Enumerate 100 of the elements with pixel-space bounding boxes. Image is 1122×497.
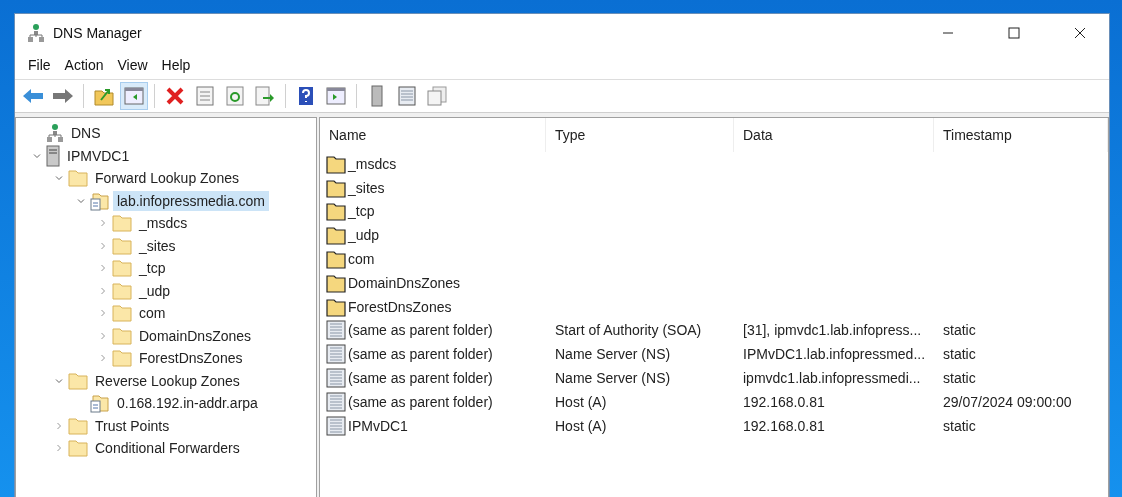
column-header[interactable]: Type	[546, 118, 734, 152]
folder-icon	[326, 249, 346, 270]
folder-icon	[68, 371, 88, 390]
export-list-icon	[255, 86, 275, 106]
server-icon	[46, 144, 60, 167]
help-icon	[298, 86, 314, 106]
folder-icon	[326, 296, 346, 317]
name-cell[interactable]: (same as parent folder)	[320, 391, 546, 412]
tree-item[interactable]: _udp	[135, 280, 175, 301]
menu-item[interactable]: View	[110, 55, 155, 79]
table-cell-text: 192.168.0.81	[742, 417, 826, 434]
column-header[interactable]: Name	[320, 118, 546, 152]
copy-icon	[427, 86, 447, 106]
table-cell-text: static	[942, 346, 977, 363]
record-icon	[326, 320, 346, 341]
zone-icon	[90, 393, 110, 414]
chevron-right-icon[interactable]	[55, 444, 63, 453]
folder-icon	[68, 439, 88, 458]
folder-icon	[112, 349, 132, 368]
tree-item[interactable]: Reverse Lookup Zones	[91, 370, 244, 391]
table-cell-text: 29/07/2024 09:00:00	[942, 393, 1073, 410]
table-cell-text: Start of Authority (SOA)	[554, 322, 703, 339]
forward-arrow-icon	[52, 87, 74, 105]
chevron-right-icon[interactable]	[99, 331, 107, 340]
folder-icon	[326, 272, 346, 293]
menu-item[interactable]: File	[21, 55, 58, 79]
name-cell[interactable]: DomainDnsZones	[320, 272, 546, 293]
record-icon	[326, 368, 346, 389]
column-header[interactable]: Timestamp	[934, 118, 1108, 152]
refresh-icon	[226, 86, 244, 106]
chevron-down-icon[interactable]	[55, 174, 63, 183]
tree-item[interactable]: IPMVDC1	[63, 145, 134, 166]
console-tree-icon	[124, 87, 144, 105]
maximize-icon	[1008, 26, 1020, 39]
tree-item[interactable]: com	[135, 303, 170, 324]
folder-icon	[112, 326, 132, 345]
tree-item[interactable]: Trust Points	[91, 415, 174, 436]
name-cell[interactable]: (same as parent folder)	[320, 368, 546, 389]
menu-item[interactable]: Action	[57, 55, 111, 79]
chevron-down-icon[interactable]	[77, 196, 85, 205]
chevron-down-icon[interactable]	[33, 151, 41, 160]
dns-network-icon	[46, 123, 64, 144]
tree-item[interactable]: _msdcs	[135, 213, 192, 234]
column-header[interactable]: Data	[734, 118, 934, 152]
list-icon	[398, 86, 416, 106]
delete-icon	[165, 86, 185, 106]
name-cell[interactable]: IPMvDC1	[320, 415, 546, 436]
name-cell[interactable]: (same as parent folder)	[320, 344, 546, 365]
table-cell-text: IPMvDC1.lab.infopressmed...	[742, 346, 927, 363]
tree-item[interactable]: 0.168.192.in-addr.arpa	[113, 393, 262, 414]
chevron-right-icon[interactable]	[55, 421, 63, 430]
folder-icon	[112, 281, 132, 300]
properties-icon	[196, 86, 214, 106]
menu-item[interactable]: Help	[154, 55, 198, 79]
table-cell-text: Host (A)	[554, 417, 608, 434]
dns-network-icon	[27, 22, 45, 43]
chevron-right-icon[interactable]	[99, 264, 107, 273]
window-title: DNS Manager	[53, 24, 143, 41]
table-cell-text: static	[942, 322, 977, 339]
server-icon	[371, 85, 383, 107]
table-cell-text: ipmvdc1.lab.infopressmedi...	[742, 370, 922, 387]
tree-item[interactable]: DomainDnsZones	[135, 325, 256, 346]
folder-icon	[68, 169, 88, 188]
folder-icon	[112, 304, 132, 323]
record-icon	[326, 415, 346, 436]
chevron-right-icon[interactable]	[99, 219, 107, 228]
tree-item[interactable]: DNS	[67, 123, 105, 144]
action-pane-icon	[326, 87, 346, 105]
chevron-right-icon[interactable]	[99, 241, 107, 250]
chevron-right-icon[interactable]	[99, 286, 107, 295]
tree-item[interactable]: ForestDnsZones	[135, 348, 247, 369]
table-cell-text: Host (A)	[554, 393, 608, 410]
table-cell-text: Name Server (NS)	[554, 370, 672, 387]
chevron-right-icon[interactable]	[99, 354, 107, 363]
tree-item[interactable]: lab.infopressmedia.com	[113, 190, 269, 211]
folder-icon	[326, 177, 346, 198]
table-cell-text: 192.168.0.81	[742, 393, 826, 410]
tree-item[interactable]: _tcp	[135, 258, 170, 279]
name-cell[interactable]: _sites	[320, 177, 546, 198]
tree-item[interactable]: _sites	[135, 235, 180, 256]
chevron-right-icon[interactable]	[99, 309, 107, 318]
tree-item[interactable]: Forward Lookup Zones	[91, 168, 243, 189]
chevron-down-icon[interactable]	[55, 376, 63, 385]
name-cell[interactable]: _udp	[320, 225, 546, 246]
table-cell-text: Name Server (NS)	[554, 346, 672, 363]
toolbar-button[interactable]	[120, 82, 148, 110]
folder-up-icon	[94, 86, 114, 106]
name-cell[interactable]: _tcp	[320, 201, 546, 222]
folder-icon	[112, 236, 132, 255]
name-cell[interactable]: (same as parent folder)	[320, 320, 546, 341]
folder-icon	[112, 214, 132, 233]
folder-icon	[326, 225, 346, 246]
back-arrow-icon	[22, 87, 44, 105]
name-cell[interactable]: ForestDnsZones	[320, 296, 546, 317]
tree-item[interactable]: Conditional Forwarders	[91, 438, 244, 459]
folder-icon	[68, 416, 88, 435]
folder-icon	[326, 201, 346, 222]
close-icon	[1074, 26, 1086, 39]
name-cell[interactable]: com	[320, 249, 546, 270]
name-cell[interactable]: _msdcs	[320, 153, 546, 174]
